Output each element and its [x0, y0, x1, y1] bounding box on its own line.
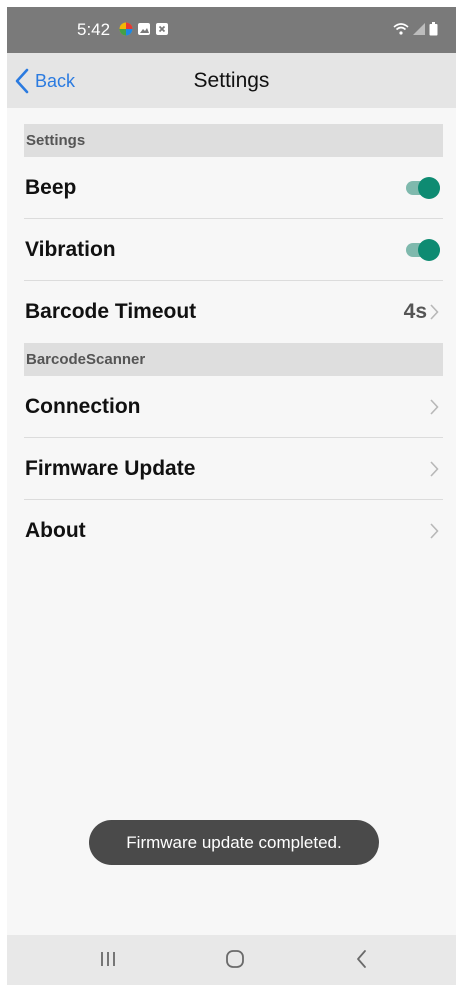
page-title: Settings: [193, 69, 270, 92]
system-navigation-bar: [7, 935, 456, 985]
section-header-barcodescanner: BarcodeScanner: [24, 343, 443, 376]
settings-row-about[interactable]: About: [24, 500, 443, 562]
chevron-right-icon: [430, 304, 439, 320]
settings-row-firmware-update[interactable]: Firmware Update: [24, 438, 443, 500]
notification-icons: [119, 22, 169, 36]
system-tray: [393, 22, 438, 36]
home-icon[interactable]: [223, 947, 247, 971]
back-icon[interactable]: [350, 947, 374, 971]
row-label: About: [25, 519, 86, 542]
colorful-app-icon: [119, 22, 133, 36]
chevron-right-icon: [430, 523, 439, 539]
status-time: 5:42: [77, 20, 111, 39]
settings-row-vibration[interactable]: Vibration: [24, 219, 443, 281]
settings-row-connection[interactable]: Connection: [24, 376, 443, 438]
vibration-toggle[interactable]: [406, 239, 440, 261]
x-box-icon: [156, 23, 168, 35]
settings-row-beep[interactable]: Beep: [24, 157, 443, 219]
phone-screen: 5:42 Back Settings Settings Beep Vibrati…: [7, 7, 456, 985]
row-label: Beep: [25, 176, 77, 199]
chevron-right-icon: [430, 461, 439, 477]
wifi-icon: [393, 23, 409, 35]
barcode-timeout-value: 4s: [403, 300, 427, 323]
section-header-settings: Settings: [24, 124, 443, 157]
battery-icon: [429, 22, 438, 36]
toast-message: Firmware update completed.: [89, 820, 379, 865]
beep-toggle[interactable]: [406, 177, 440, 199]
row-label: Barcode Timeout: [25, 300, 197, 323]
navigation-bar: Back Settings: [7, 53, 456, 108]
toggle-thumb: [418, 239, 440, 261]
toggle-thumb: [418, 177, 440, 199]
signal-icon: [413, 23, 425, 35]
recents-icon[interactable]: [96, 947, 120, 971]
image-icon: [138, 23, 150, 35]
chevron-right-icon: [430, 399, 439, 415]
row-label: Vibration: [25, 238, 116, 261]
status-bar: 5:42: [7, 7, 456, 53]
settings-row-barcode-timeout[interactable]: Barcode Timeout 4s: [24, 281, 443, 343]
row-label: Firmware Update: [25, 457, 196, 480]
row-label: Connection: [25, 395, 141, 418]
